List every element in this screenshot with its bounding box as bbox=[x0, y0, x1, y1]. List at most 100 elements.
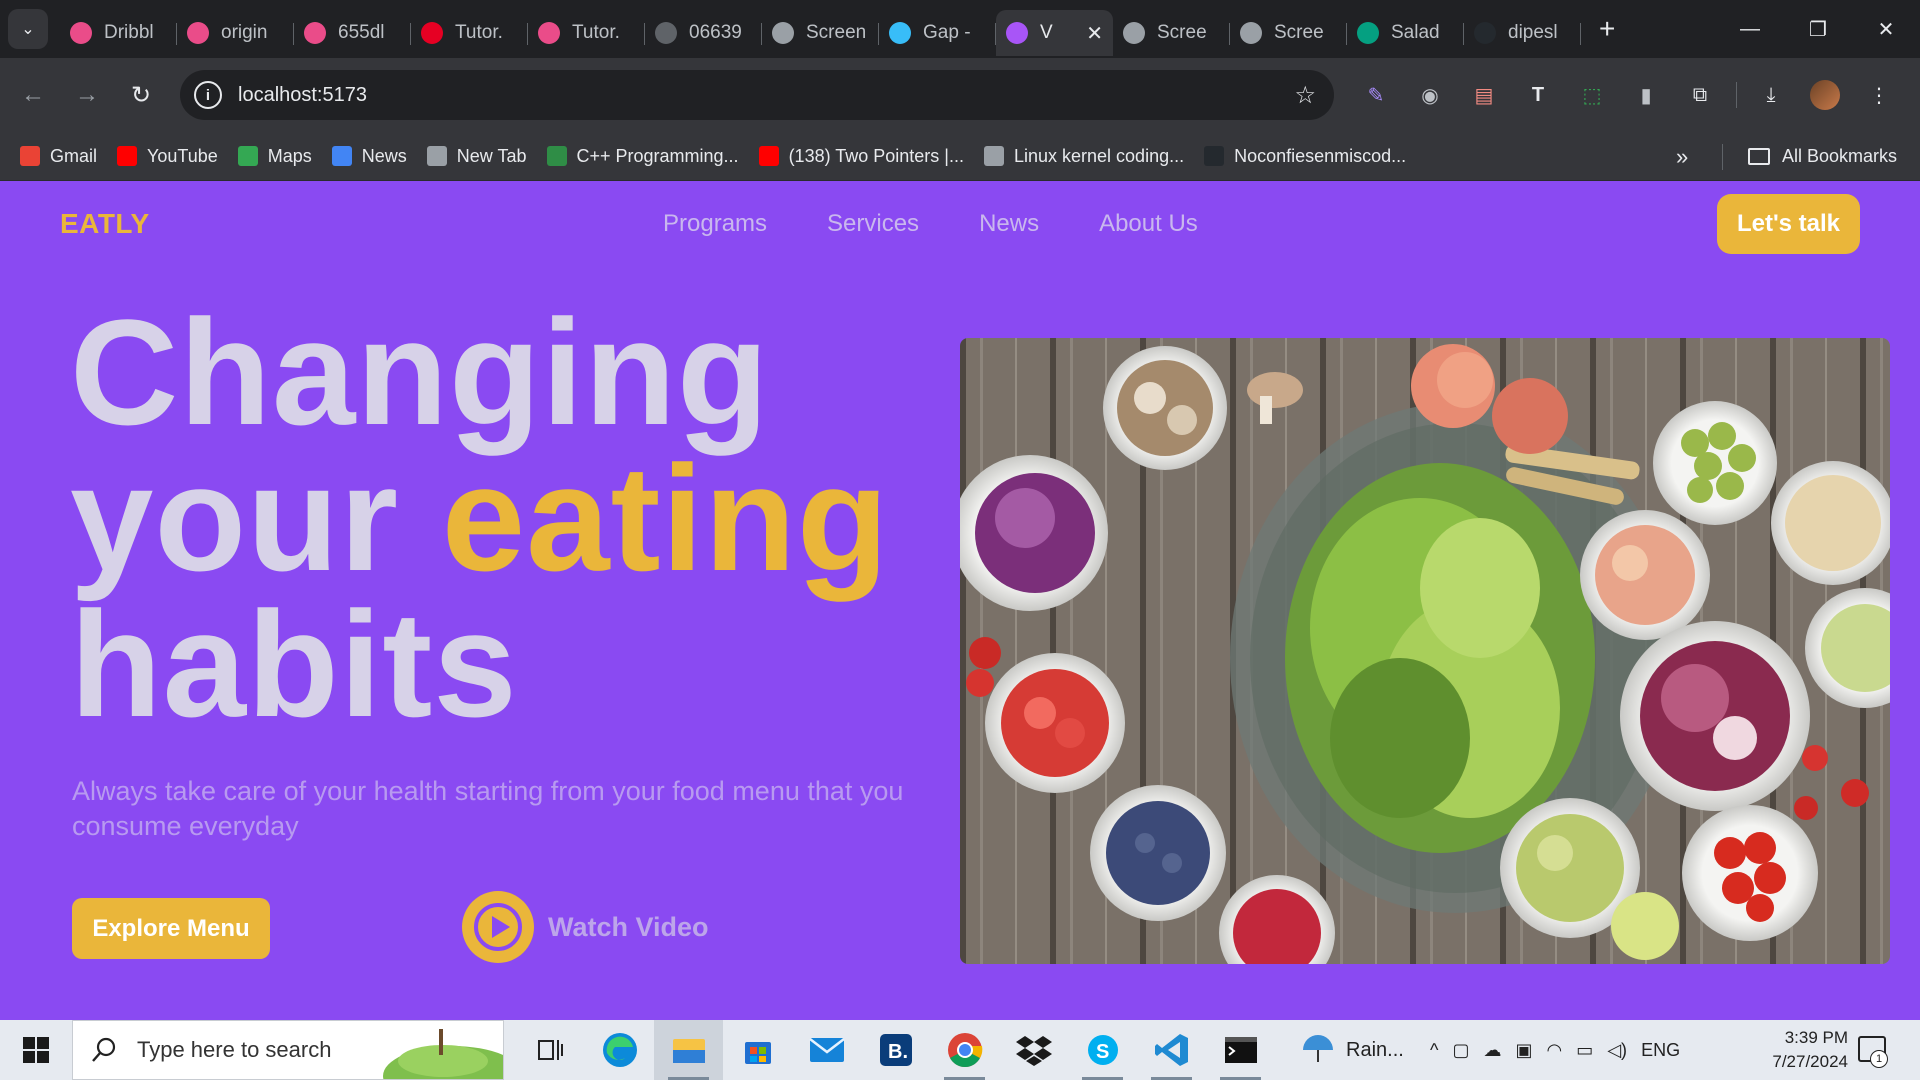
vscode-app[interactable] bbox=[1137, 1020, 1206, 1080]
nav-services[interactable]: Services bbox=[827, 210, 919, 238]
dropbox-app[interactable] bbox=[999, 1020, 1068, 1080]
restore-button[interactable]: ❐ bbox=[1784, 0, 1852, 58]
tab-title: Tutor. bbox=[455, 22, 503, 43]
browser-toolbar: ← → ↻ i localhost:5173 ☆ ✎ ◉ ▤ T ⬚ ▮ ⧉ ⤓… bbox=[0, 58, 1920, 132]
battery-icon[interactable]: ▭ bbox=[1576, 1040, 1593, 1061]
browser-tab[interactable]: 655dl bbox=[294, 10, 411, 56]
browser-tab[interactable]: Salad bbox=[1347, 10, 1464, 56]
browser-tab[interactable]: Scree bbox=[1113, 10, 1230, 56]
chevron-up-icon[interactable]: ^ bbox=[1430, 1040, 1438, 1061]
search-icon bbox=[92, 1037, 116, 1062]
text-extension-icon[interactable]: T bbox=[1520, 77, 1556, 113]
site-logo[interactable]: EATLY bbox=[60, 208, 150, 240]
browser-tab[interactable]: 06639 bbox=[645, 10, 762, 56]
chrome-app[interactable] bbox=[930, 1020, 999, 1080]
weather-label: Rain... bbox=[1346, 1038, 1404, 1061]
tab-title: origin bbox=[221, 22, 268, 43]
clock[interactable]: 3:39 PM 7/27/2024 bbox=[1736, 1026, 1848, 1074]
hero-title-line2: your bbox=[70, 434, 442, 602]
terminal-app[interactable] bbox=[1206, 1020, 1275, 1080]
browser-tab[interactable]: Dribbl bbox=[60, 10, 177, 56]
site-info-icon[interactable]: i bbox=[194, 81, 222, 109]
gmail-icon bbox=[20, 146, 40, 166]
onedrive-icon[interactable]: ☁ bbox=[1483, 1040, 1501, 1061]
browser-tab[interactable]: Scree bbox=[1230, 10, 1347, 56]
bookmark-item[interactable]: Noconfiesenmiscod... bbox=[1204, 146, 1406, 167]
toolbar-divider bbox=[1736, 82, 1737, 108]
all-bookmarks-button[interactable]: All Bookmarks bbox=[1748, 132, 1897, 181]
clock-time: 3:39 PM bbox=[1784, 1028, 1848, 1047]
bookmark-star-icon[interactable]: ☆ bbox=[1294, 81, 1316, 110]
news-icon bbox=[331, 146, 352, 166]
play-icon[interactable] bbox=[462, 891, 534, 963]
more-bookmarks-icon[interactable]: » bbox=[1676, 144, 1688, 170]
avatar bbox=[1810, 80, 1840, 110]
pexels-icon bbox=[1357, 22, 1379, 44]
bookmark-label: (138) Two Pointers |... bbox=[788, 145, 964, 166]
browser-tab[interactable]: Tutor. bbox=[411, 10, 528, 56]
bookmark-item[interactable]: C++ Programming... bbox=[546, 146, 739, 167]
browser-tab[interactable]: V ✕ bbox=[996, 10, 1113, 56]
download-icon[interactable]: ⤓ bbox=[1753, 77, 1789, 113]
pinterest-icon bbox=[421, 22, 443, 44]
taskbar-search[interactable]: Type here to search bbox=[72, 1020, 504, 1080]
browser-tab[interactable]: Tutor. bbox=[528, 10, 645, 56]
browser-tab[interactable]: Gap - bbox=[879, 10, 996, 56]
calendar-extension-icon[interactable]: ▤ bbox=[1466, 77, 1502, 113]
profile-avatar[interactable] bbox=[1807, 77, 1843, 113]
weather-widget[interactable]: Rain... bbox=[1300, 1020, 1404, 1080]
browser-tab[interactable]: dipesl bbox=[1464, 10, 1581, 56]
explore-menu-button[interactable]: Explore Menu bbox=[72, 898, 270, 959]
browser-tab[interactable]: origin bbox=[177, 10, 294, 56]
bookmark-item[interactable]: New Tab bbox=[426, 146, 527, 167]
language-indicator[interactable]: ENG bbox=[1641, 1040, 1680, 1061]
close-window-button[interactable]: ✕ bbox=[1852, 0, 1920, 58]
bookmark-item[interactable]: Linux kernel coding... bbox=[983, 146, 1184, 167]
screenshot-extension-icon[interactable]: ⬚ bbox=[1574, 77, 1610, 113]
browser-tab[interactable]: Screen bbox=[762, 10, 879, 56]
store-app[interactable] bbox=[723, 1020, 792, 1080]
forward-button[interactable]: → bbox=[60, 68, 114, 122]
reload-button[interactable]: ↻ bbox=[114, 68, 168, 122]
eyedropper-extension-icon[interactable]: ✎ bbox=[1358, 77, 1394, 113]
watch-video-button[interactable]: Watch Video bbox=[462, 891, 709, 963]
globe-icon bbox=[655, 22, 677, 44]
mail-app[interactable] bbox=[792, 1020, 861, 1080]
lets-talk-button[interactable]: Let's talk bbox=[1717, 194, 1860, 254]
new-tab-button[interactable]: + bbox=[1599, 13, 1615, 45]
search-highlight-illustration bbox=[383, 1029, 503, 1079]
clock-date: 7/27/2024 bbox=[1772, 1052, 1848, 1071]
close-tab-icon[interactable]: ✕ bbox=[1086, 21, 1103, 46]
bookmark-item[interactable]: (138) Two Pointers |... bbox=[758, 145, 964, 167]
start-button[interactable] bbox=[0, 1020, 72, 1080]
meet-now-icon[interactable]: ▢ bbox=[1452, 1040, 1469, 1061]
nav-about-us[interactable]: About Us bbox=[1099, 210, 1198, 238]
skype-app[interactable]: S bbox=[1068, 1020, 1137, 1080]
bookmark-item[interactable]: News bbox=[331, 146, 407, 167]
minimize-button[interactable]: — bbox=[1716, 0, 1784, 58]
file-explorer-app[interactable] bbox=[654, 1020, 723, 1080]
address-url[interactable]: localhost:5173 bbox=[238, 84, 367, 107]
edge-app[interactable] bbox=[585, 1020, 654, 1080]
booking-app[interactable]: B. bbox=[861, 1020, 930, 1080]
task-view-button[interactable] bbox=[516, 1020, 585, 1080]
display-icon[interactable]: ▣ bbox=[1515, 1040, 1532, 1061]
back-button[interactable]: ← bbox=[6, 68, 60, 122]
menu-kebab-icon[interactable]: ⋮ bbox=[1861, 77, 1897, 113]
wifi-icon[interactable]: ◠ bbox=[1546, 1040, 1562, 1061]
puzzle-extensions-icon[interactable]: ⧉ bbox=[1682, 77, 1718, 113]
camera-extension-icon[interactable]: ◉ bbox=[1412, 77, 1448, 113]
extensions-area: ✎ ◉ ▤ T ⬚ ▮ ⧉ ⤓ ⋮ bbox=[1358, 70, 1915, 120]
volume-icon[interactable]: ◁) bbox=[1607, 1040, 1627, 1061]
nav-programs[interactable]: Programs bbox=[663, 210, 767, 238]
mouse-extension-icon[interactable]: ▮ bbox=[1628, 77, 1664, 113]
bookmark-item[interactable]: Maps bbox=[237, 146, 312, 167]
tab-search-button[interactable]: ⌄ bbox=[8, 9, 48, 49]
nav-news[interactable]: News bbox=[979, 210, 1039, 238]
arrow-left-icon: ← bbox=[21, 81, 45, 108]
bookmark-item[interactable]: YouTube bbox=[117, 146, 218, 167]
watch-video-label: Watch Video bbox=[548, 911, 709, 942]
address-bar[interactable]: i localhost:5173 ☆ bbox=[180, 70, 1334, 120]
hero-title: Changing your eating habits bbox=[70, 297, 889, 739]
bookmark-item[interactable]: Gmail bbox=[20, 146, 97, 167]
